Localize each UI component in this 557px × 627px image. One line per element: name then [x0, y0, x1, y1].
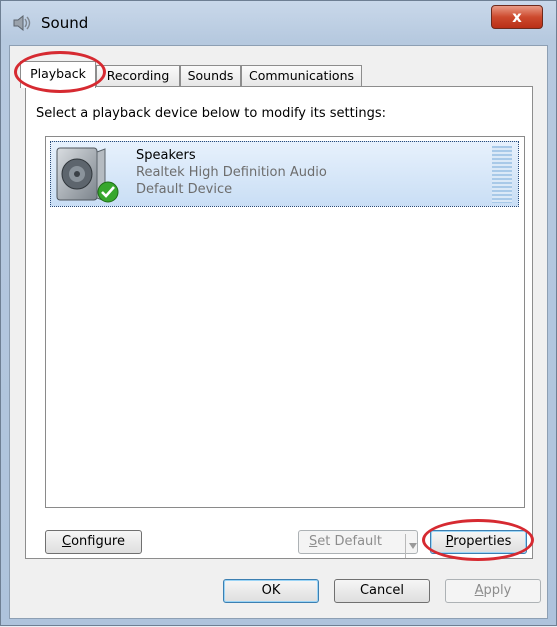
- sound-dialog-window: Sound x Playback Recording Sounds Commun…: [0, 0, 557, 626]
- window-bottom-border: [1, 615, 557, 627]
- device-item-speakers[interactable]: Speakers Realtek High Definition Audio D…: [50, 141, 519, 207]
- window-title: Sound: [41, 14, 89, 32]
- instruction-text: Select a playback device below to modify…: [36, 106, 386, 121]
- apply-accel: A: [474, 583, 484, 598]
- tab-sounds[interactable]: Sounds: [180, 65, 241, 87]
- set-default-dropdown[interactable]: [405, 534, 419, 558]
- tab-communications[interactable]: Communications: [241, 65, 362, 87]
- device-status: Default Device: [136, 182, 233, 197]
- default-check-icon: [97, 181, 119, 203]
- apply-button[interactable]: Apply: [445, 579, 541, 603]
- sound-app-icon: [13, 15, 31, 31]
- close-icon: x: [512, 8, 522, 26]
- ok-button[interactable]: OK: [223, 579, 319, 603]
- apply-label: pply: [483, 583, 512, 598]
- chevron-down-icon: [409, 543, 417, 549]
- title-bar[interactable]: Sound x: [1, 1, 556, 45]
- highlight-ring-properties-button: [422, 519, 534, 561]
- set-default-label: et Default: [317, 534, 382, 549]
- configure-label: onfigure: [71, 534, 125, 549]
- configure-accel: C: [61, 534, 72, 549]
- tab-sounds-label: Sounds: [187, 68, 234, 83]
- cancel-label: Cancel: [359, 583, 405, 598]
- configure-button[interactable]: Configure: [45, 530, 142, 554]
- set-default-button[interactable]: Set Default: [298, 530, 418, 554]
- device-driver: Realtek High Definition Audio: [136, 165, 327, 180]
- device-name: Speakers: [136, 148, 196, 163]
- volume-level-meter: [492, 146, 512, 203]
- ok-label: OK: [261, 583, 281, 598]
- cancel-button[interactable]: Cancel: [334, 579, 430, 603]
- highlight-ring-playback-tab: [14, 51, 106, 93]
- tab-recording[interactable]: Recording: [96, 65, 180, 87]
- close-button[interactable]: x: [491, 5, 543, 29]
- playback-device-list[interactable]: Speakers Realtek High Definition Audio D…: [45, 136, 525, 508]
- tab-recording-label: Recording: [106, 68, 170, 83]
- tab-communications-label: Communications: [248, 68, 355, 83]
